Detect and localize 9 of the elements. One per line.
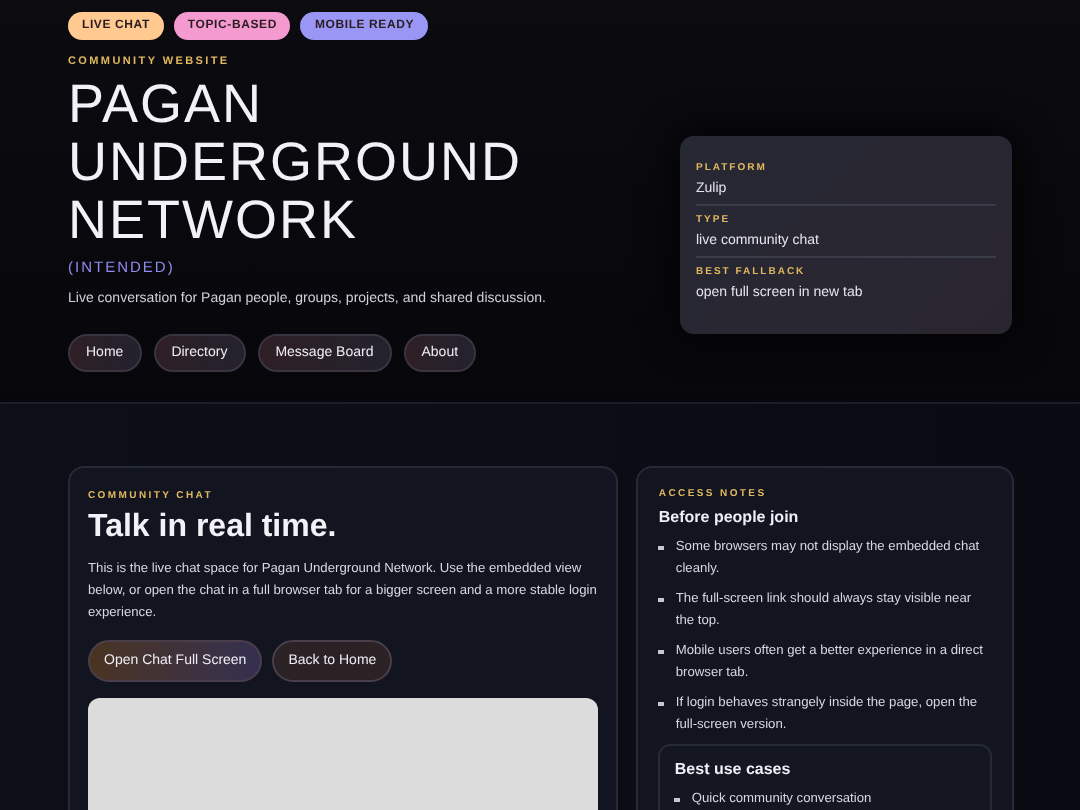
- bullet-icon: [658, 649, 664, 654]
- bullet-icon: [658, 701, 664, 706]
- card-heading: Before people join: [658, 508, 801, 526]
- bullet-icon: [674, 797, 680, 802]
- page-title: PAGAN UNDERGROUND NETWORK: [68, 76, 524, 250]
- bullet-icon: [658, 597, 664, 602]
- bullet-icon: [658, 545, 664, 550]
- panel-heading: Best use cases: [674, 760, 793, 778]
- card-heading: Talk in real time.: [88, 510, 339, 546]
